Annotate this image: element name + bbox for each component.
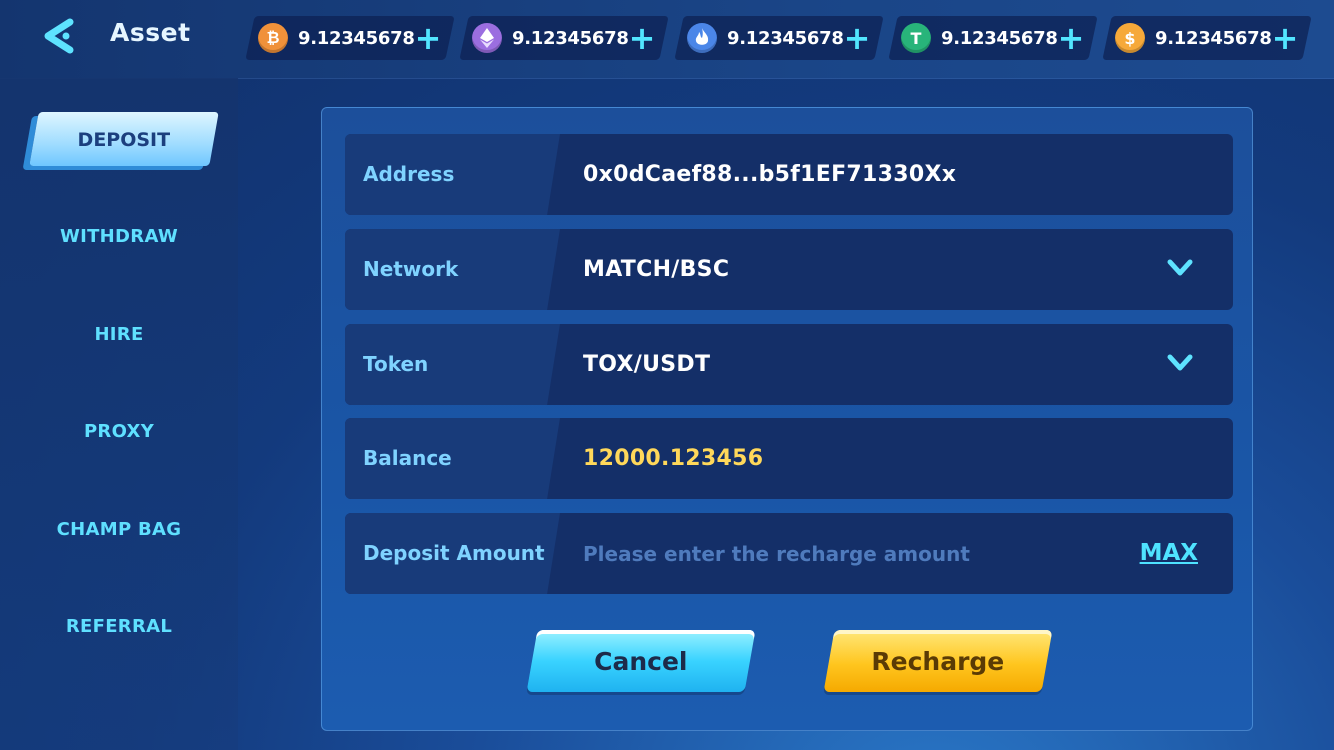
sidebar-item-proxy[interactable]: PROXY <box>0 421 238 442</box>
balance-value: 9.12345678 <box>727 27 844 49</box>
chevron-down-icon[interactable] <box>1167 257 1193 279</box>
deposit-amount-input[interactable] <box>575 531 1125 577</box>
balance-value: 9.12345678 <box>512 27 629 49</box>
balance-value: 9.12345678 <box>1155 27 1272 49</box>
sidebar-item-withdraw[interactable]: WITHDRAW <box>0 226 238 247</box>
token-row[interactable]: Token TOX/USDT <box>345 324 1233 405</box>
cancel-button-label: Cancel <box>594 647 688 676</box>
balance-value: 9.12345678 <box>298 27 415 49</box>
address-label: Address <box>363 162 455 186</box>
flame-icon <box>687 23 717 53</box>
balance-value: 9.12345678 <box>941 27 1058 49</box>
balance-amount: 12000.123456 <box>583 446 764 471</box>
sidebar-item-referral[interactable]: REFERRAL <box>0 616 238 637</box>
balance-chip-dollar: $ 9.12345678 + <box>1102 16 1312 60</box>
back-arrow-icon[interactable] <box>40 16 80 56</box>
balance-chip-bitcoin: ₿ 9.12345678 + <box>245 16 455 60</box>
cancel-button[interactable]: Cancel <box>526 630 756 692</box>
balance-chip-flame: 9.12345678 + <box>674 16 884 60</box>
bitcoin-icon: ₿ <box>258 23 288 53</box>
sidebar: DEPOSIT WITHDRAW HIRE PROXY CHAMP BAG RE… <box>0 78 238 750</box>
deposit-amount-row: Deposit Amount MAX <box>345 513 1233 594</box>
balance-chip-ethereum: 9.12345678 + <box>459 16 669 60</box>
add-icon[interactable]: + <box>1058 19 1085 57</box>
add-icon[interactable]: + <box>629 19 656 57</box>
balance-label: Balance <box>363 446 452 470</box>
address-row: Address 0x0dCaef88...b5f1EF71330Xx <box>345 134 1233 215</box>
sidebar-item-champ-bag[interactable]: CHAMP BAG <box>0 519 238 540</box>
token-label: Token <box>363 352 429 376</box>
chevron-down-icon[interactable] <box>1167 352 1193 374</box>
balance-row: Balance 12000.123456 <box>345 418 1233 499</box>
balance-chip-tether: T 9.12345678 + <box>888 16 1098 60</box>
network-select-value: MATCH/BSC <box>583 257 730 282</box>
tether-icon: T <box>901 23 931 53</box>
add-icon[interactable]: + <box>844 19 871 57</box>
sidebar-item-label: DEPOSIT <box>77 129 171 151</box>
add-icon[interactable]: + <box>1272 19 1299 57</box>
sidebar-item-deposit[interactable]: DEPOSIT <box>29 112 219 166</box>
deposit-amount-label: Deposit Amount <box>363 541 545 565</box>
ethereum-icon <box>472 23 502 53</box>
token-select-value: TOX/USDT <box>583 352 711 377</box>
network-row[interactable]: Network MATCH/BSC <box>345 229 1233 310</box>
dollar-coin-icon: $ <box>1115 23 1145 53</box>
max-button[interactable]: MAX <box>1140 513 1198 594</box>
address-value: 0x0dCaef88...b5f1EF71330Xx <box>583 162 957 187</box>
add-icon[interactable]: + <box>415 19 442 57</box>
page-title: Asset <box>110 18 191 47</box>
sidebar-item-hire[interactable]: HIRE <box>0 324 238 345</box>
recharge-button[interactable]: Recharge <box>823 630 1053 692</box>
top-bar: Asset ₿ 9.12345678 + 9.12345678 + 9.1234… <box>0 0 1334 79</box>
network-label: Network <box>363 257 459 281</box>
deposit-panel: Address 0x0dCaef88...b5f1EF71330Xx Netwo… <box>321 107 1253 731</box>
recharge-button-label: Recharge <box>871 647 1005 676</box>
